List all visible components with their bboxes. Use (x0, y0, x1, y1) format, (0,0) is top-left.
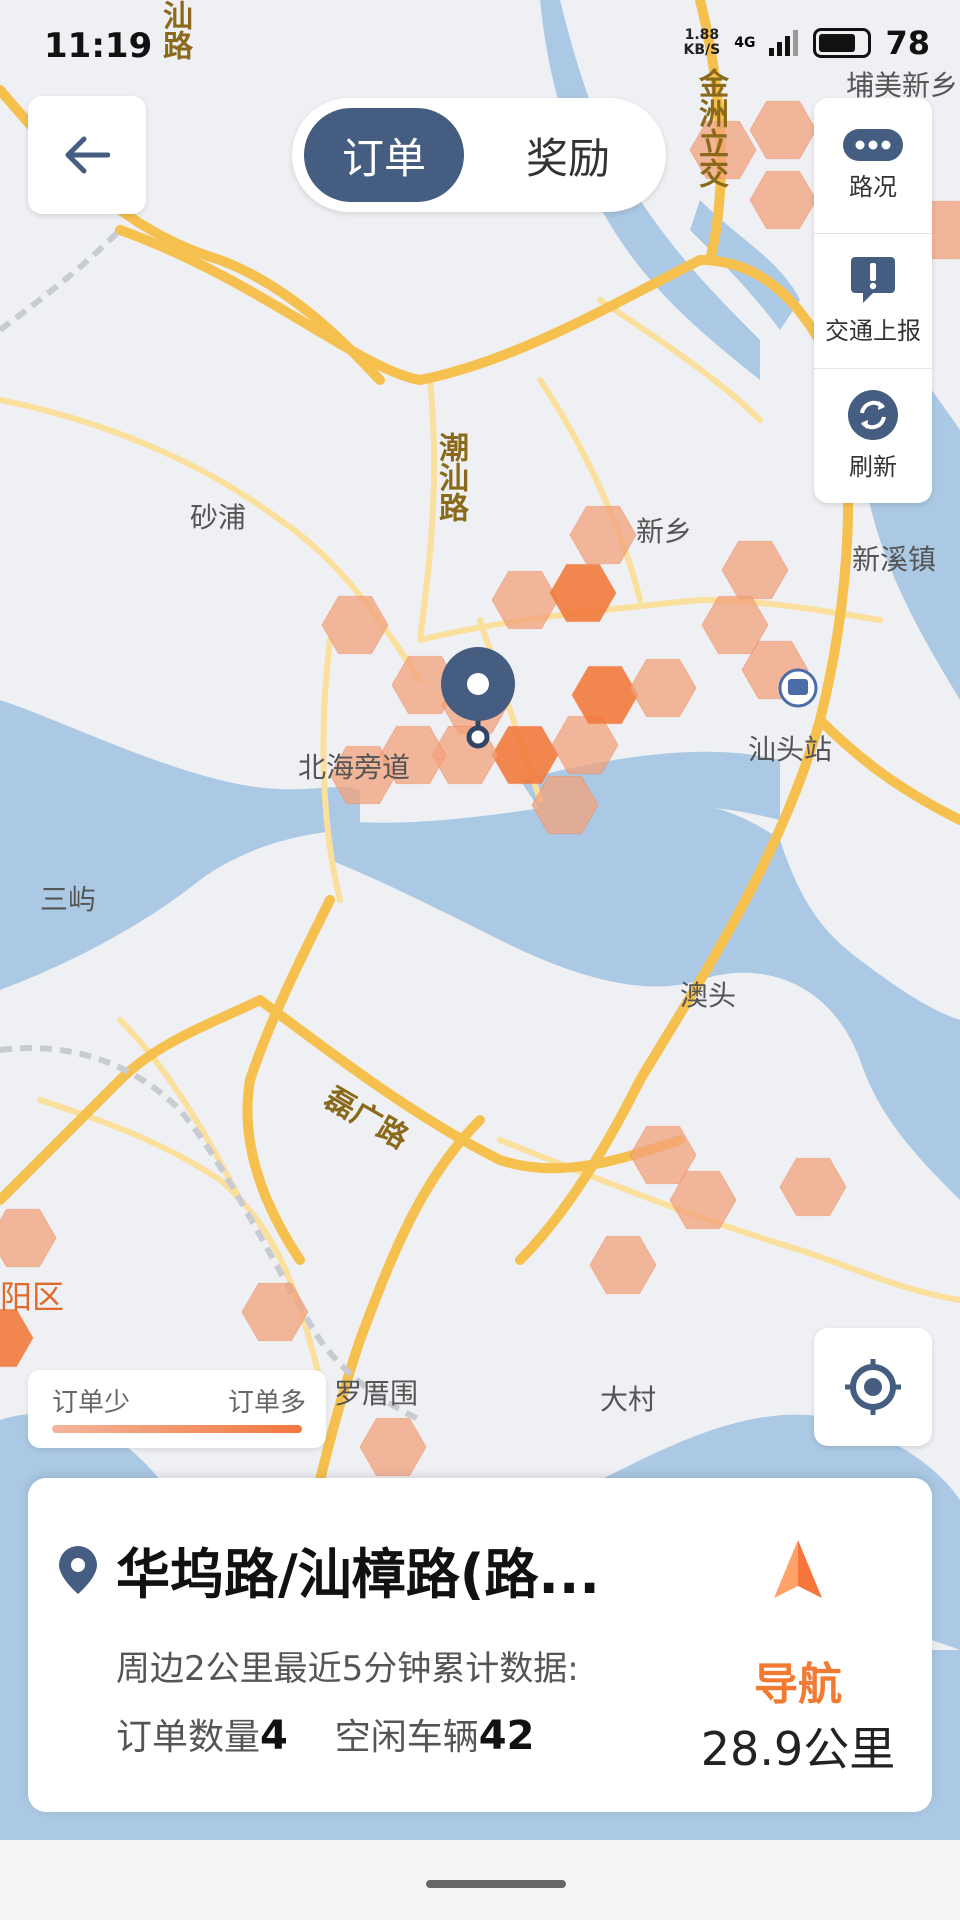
more-dots-icon (843, 129, 903, 161)
traffic-label: 路况 (849, 173, 897, 201)
legend-high-label: 订单多 (227, 1388, 306, 1418)
refresh-label: 刷新 (849, 453, 897, 481)
navigation-arrow-icon (774, 1540, 822, 1598)
network-speed: 1.88 KB/S (683, 27, 721, 58)
navigate-label: 导航 (754, 1659, 842, 1710)
map-label-sanyu: 三屿 (40, 883, 97, 916)
map-label-beihai: 北海旁道 (298, 751, 411, 784)
map-label-xinxizhen: 新溪镇 (852, 543, 937, 576)
tab-switcher: 订单 奖励 (292, 98, 666, 212)
exclamation-bubble-icon (851, 257, 895, 303)
train-station-icon (778, 668, 818, 708)
traffic-button[interactable]: 路况 (814, 98, 932, 233)
refresh-icon (848, 390, 898, 440)
stats-description: 周边2公里最近5分钟累计数据: (116, 1649, 579, 1689)
place-name: 华坞路/汕樟路(路... (116, 1543, 600, 1606)
battery-level: 78 (885, 24, 930, 62)
traffic-report-label: 交通上报 (825, 317, 921, 345)
traffic-report-button[interactable]: 交通上报 (814, 233, 932, 368)
map-label-aotou: 澳头 (680, 979, 737, 1012)
tab-rewards[interactable]: 奖励 (488, 108, 648, 202)
battery-icon (813, 28, 872, 58)
network-type: 4G (734, 35, 756, 51)
crosshair-icon (845, 1359, 901, 1415)
orders-count: 4 (260, 1713, 288, 1759)
legend-gradient-bar (52, 1425, 302, 1433)
status-icons: 1.88 KB/S 4G 78 (684, 24, 930, 62)
map-label-xinxiang: 新乡 (636, 515, 693, 548)
signal-icon (769, 30, 799, 56)
location-pin-icon (59, 1546, 97, 1594)
home-indicator[interactable] (426, 1880, 566, 1888)
refresh-button[interactable]: 刷新 (814, 368, 932, 503)
orders-label: 订单数量 (116, 1717, 261, 1758)
status-time: 11:19 (44, 26, 153, 66)
map-label-district: 阳区 (0, 1278, 65, 1316)
arrow-left-icon (65, 136, 110, 174)
map-label-shantouzhan: 汕头站 (748, 733, 833, 766)
navigate-button[interactable]: 导航 28.9公里 (698, 1538, 898, 1778)
vehicles-label: 空闲车辆 (334, 1717, 479, 1758)
map-label-shapu: 砂浦 (190, 501, 247, 534)
back-button[interactable] (28, 96, 146, 214)
tab-orders[interactable]: 订单 (304, 108, 464, 202)
legend-low-label: 订单少 (52, 1388, 131, 1418)
vehicles-count: 42 (478, 1713, 535, 1759)
locate-button[interactable] (814, 1328, 932, 1446)
system-nav-bar (0, 1840, 960, 1920)
status-bar: 11:19 1.88 KB/S 4G 78 (0, 0, 960, 90)
heat-legend: 订单少 订单多 (28, 1370, 326, 1448)
map-label-dacun: 大村 (600, 1383, 657, 1416)
stats-row: 订单数量4 空闲车辆42 (116, 1708, 534, 1760)
location-info-card: 华坞路/汕樟路(路... 周边2公里最近5分钟累计数据: 订单数量4 空闲车辆4… (28, 1478, 932, 1812)
navigate-distance: 28.9公里 (700, 1722, 896, 1776)
map-label-chaoshanlu: 潮汕路 (433, 432, 468, 522)
map-label-luotangwei: 罗厝围 (334, 1377, 419, 1410)
map-tools-panel: 路况 交通上报 刷新 (814, 98, 932, 503)
